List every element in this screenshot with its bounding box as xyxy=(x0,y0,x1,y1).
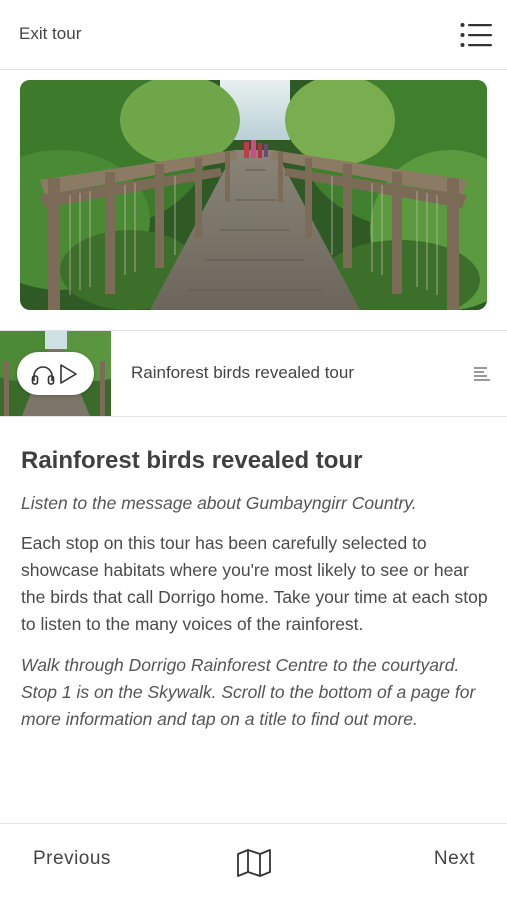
page-title: Rainforest birds revealed tour xyxy=(21,447,363,474)
tour-description: Rainforest birds revealed tour Listen to… xyxy=(21,446,489,733)
play-button[interactable] xyxy=(17,352,94,395)
track-thumbnail xyxy=(0,331,111,416)
hero-image xyxy=(20,80,487,310)
next-button[interactable]: Next xyxy=(434,848,475,870)
map-icon[interactable] xyxy=(236,849,272,877)
previous-button[interactable]: Previous xyxy=(33,848,111,870)
hamburger-menu-icon[interactable] xyxy=(460,22,493,48)
text-list-icon[interactable] xyxy=(474,367,490,381)
divider xyxy=(0,416,507,417)
top-bar: Exit tour xyxy=(0,0,507,70)
play-icon xyxy=(60,364,77,384)
audio-player: Rainforest birds revealed tour xyxy=(0,331,507,416)
intro-text[interactable]: Listen to the message about Gumbayngirr … xyxy=(21,490,489,516)
track-title[interactable]: Rainforest birds revealed tour xyxy=(131,363,354,383)
exit-tour-button[interactable]: Exit tour xyxy=(19,24,81,44)
bottom-nav: Previous Next xyxy=(0,823,507,900)
directions-text: Walk through Dorrigo Rainforest Centre t… xyxy=(21,655,476,729)
body-text: Each stop on this tour has been carefull… xyxy=(21,533,488,634)
